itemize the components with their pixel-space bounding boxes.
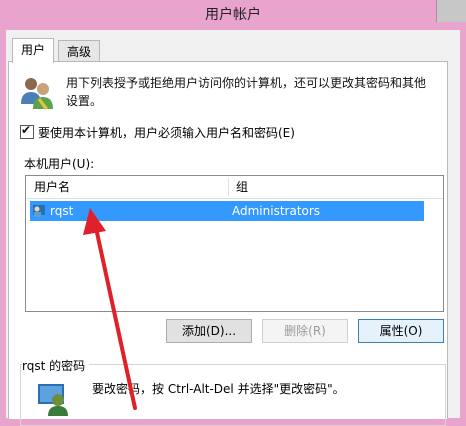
user-group-cell: Administrators — [232, 204, 321, 218]
user-name-cell: rqst — [50, 204, 74, 218]
column-header-username[interactable]: 用户名 — [28, 176, 70, 198]
require-password-label: 要使用本计算机，用户必须输入用户名和密码(E) — [38, 126, 295, 140]
close-button[interactable] — [436, 0, 466, 22]
users-icon — [21, 78, 53, 110]
tab-advanced[interactable]: 高级 — [58, 40, 101, 63]
window-title: 用户帐户 — [205, 7, 261, 23]
user-row-icon — [33, 205, 45, 217]
password-user-icon — [38, 384, 68, 416]
title-bar: 用户帐户 — [0, 0, 466, 30]
tab-users[interactable]: 用户 — [12, 38, 55, 63]
password-instruction: 要改密码，按 Ctrl-Alt-Del 并选择"更改密码"。 — [92, 382, 345, 396]
local-users-label: 本机用户(U): — [24, 157, 95, 171]
column-divider — [228, 178, 229, 196]
require-password-checkbox[interactable] — [20, 123, 34, 139]
intro-text: 用下列表授予或拒绝用户访问你的计算机，还可以更改其密码和其他设置。 — [66, 76, 427, 108]
users-list[interactable]: 用户名 组 rqst Administrators — [25, 175, 444, 312]
column-header-group[interactable]: 组 — [230, 176, 248, 198]
password-group-label: rqst 的密码 — [22, 357, 90, 374]
properties-button[interactable]: 属性(O) — [358, 319, 444, 343]
list-header: 用户名 组 — [26, 176, 443, 199]
add-user-button[interactable]: 添加(D)... — [166, 319, 252, 343]
delete-user-button[interactable]: 删除(R) — [262, 319, 348, 343]
user-row[interactable]: rqst Administrators — [30, 201, 424, 221]
